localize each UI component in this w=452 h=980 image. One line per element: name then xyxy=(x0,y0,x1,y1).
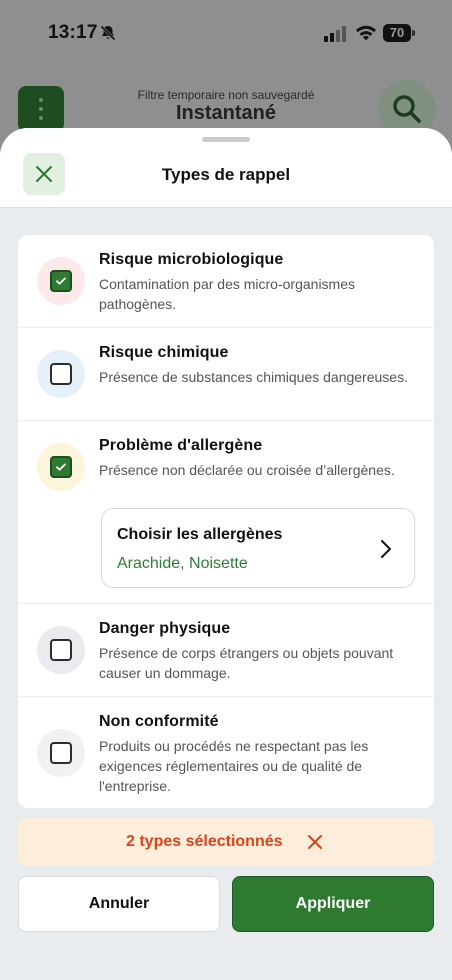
recall-type-physical[interactable]: Danger physique Présence de corps étrang… xyxy=(18,604,434,696)
checkbox-unchecked[interactable] xyxy=(50,742,72,764)
recall-type-description: Contamination par des micro-organismes p… xyxy=(99,276,355,312)
sheet-title: Types de rappel xyxy=(161,165,291,184)
checkbox-container xyxy=(37,729,85,777)
status-bar: 13:17 70 xyxy=(0,0,452,64)
choose-allergens-button[interactable]: Choisir les allergènes Arachide, Noisett… xyxy=(101,508,415,588)
battery-level: 70 xyxy=(383,24,411,42)
cellular-signal-icon xyxy=(324,26,346,42)
recall-types-list: Risque microbiologique Contamination par… xyxy=(18,235,434,808)
recall-type-title: Danger physique xyxy=(99,620,231,637)
check-icon xyxy=(56,463,66,471)
clear-selection-icon[interactable] xyxy=(307,834,323,850)
checkbox-container xyxy=(37,350,85,398)
chevron-right-icon xyxy=(381,540,391,558)
recall-type-description: Présence non déclarée ou croisée d’aller… xyxy=(99,462,395,478)
recall-type-description: Présence de substances chimiques dangere… xyxy=(99,369,408,385)
recall-type-non-compliance[interactable]: Non conformité Produits ou procédés ne r… xyxy=(18,697,434,808)
search-icon xyxy=(393,95,421,123)
sheet-header: Types de rappel xyxy=(0,128,452,208)
recall-type-description: Produits ou procédés ne respectant pas l… xyxy=(99,738,369,794)
selection-count: 2 types sélectionnés xyxy=(126,833,283,850)
recall-type-title: Problème d'allergène xyxy=(99,437,263,454)
checkbox-container xyxy=(37,257,85,305)
recall-type-title: Risque microbiologique xyxy=(99,251,284,268)
check-icon xyxy=(56,277,66,285)
checkbox-container xyxy=(37,443,85,491)
checkbox-container xyxy=(37,626,85,674)
status-time: 13:17 xyxy=(48,22,98,43)
checkbox-checked[interactable] xyxy=(50,456,72,478)
recall-type-microbiological[interactable]: Risque microbiologique Contamination par… xyxy=(18,235,434,327)
recall-type-title: Risque chimique xyxy=(99,344,229,361)
selected-allergens: Arachide, Noisette xyxy=(117,555,248,572)
selection-summary: 2 types sélectionnés xyxy=(18,818,434,866)
bell-off-icon xyxy=(100,25,116,41)
wifi-icon xyxy=(356,25,376,41)
recall-type-description: Présence de corps étrangers ou objets po… xyxy=(99,645,394,681)
sheet-grabber[interactable] xyxy=(202,137,250,142)
checkbox-unchecked[interactable] xyxy=(50,639,72,661)
battery-icon: 70 xyxy=(383,24,415,42)
recall-type-title: Non conformité xyxy=(99,713,219,730)
cancel-button[interactable]: Annuler xyxy=(18,876,220,932)
checkbox-checked[interactable] xyxy=(50,270,72,292)
checkbox-unchecked[interactable] xyxy=(50,363,72,385)
recall-types-sheet: Types de rappel Risque microbiologique C… xyxy=(0,128,452,980)
recall-type-chemical[interactable]: Risque chimique Présence de substances c… xyxy=(18,328,434,420)
choose-allergens-label: Choisir les allergènes xyxy=(117,526,283,543)
apply-button[interactable]: Appliquer xyxy=(232,876,434,932)
